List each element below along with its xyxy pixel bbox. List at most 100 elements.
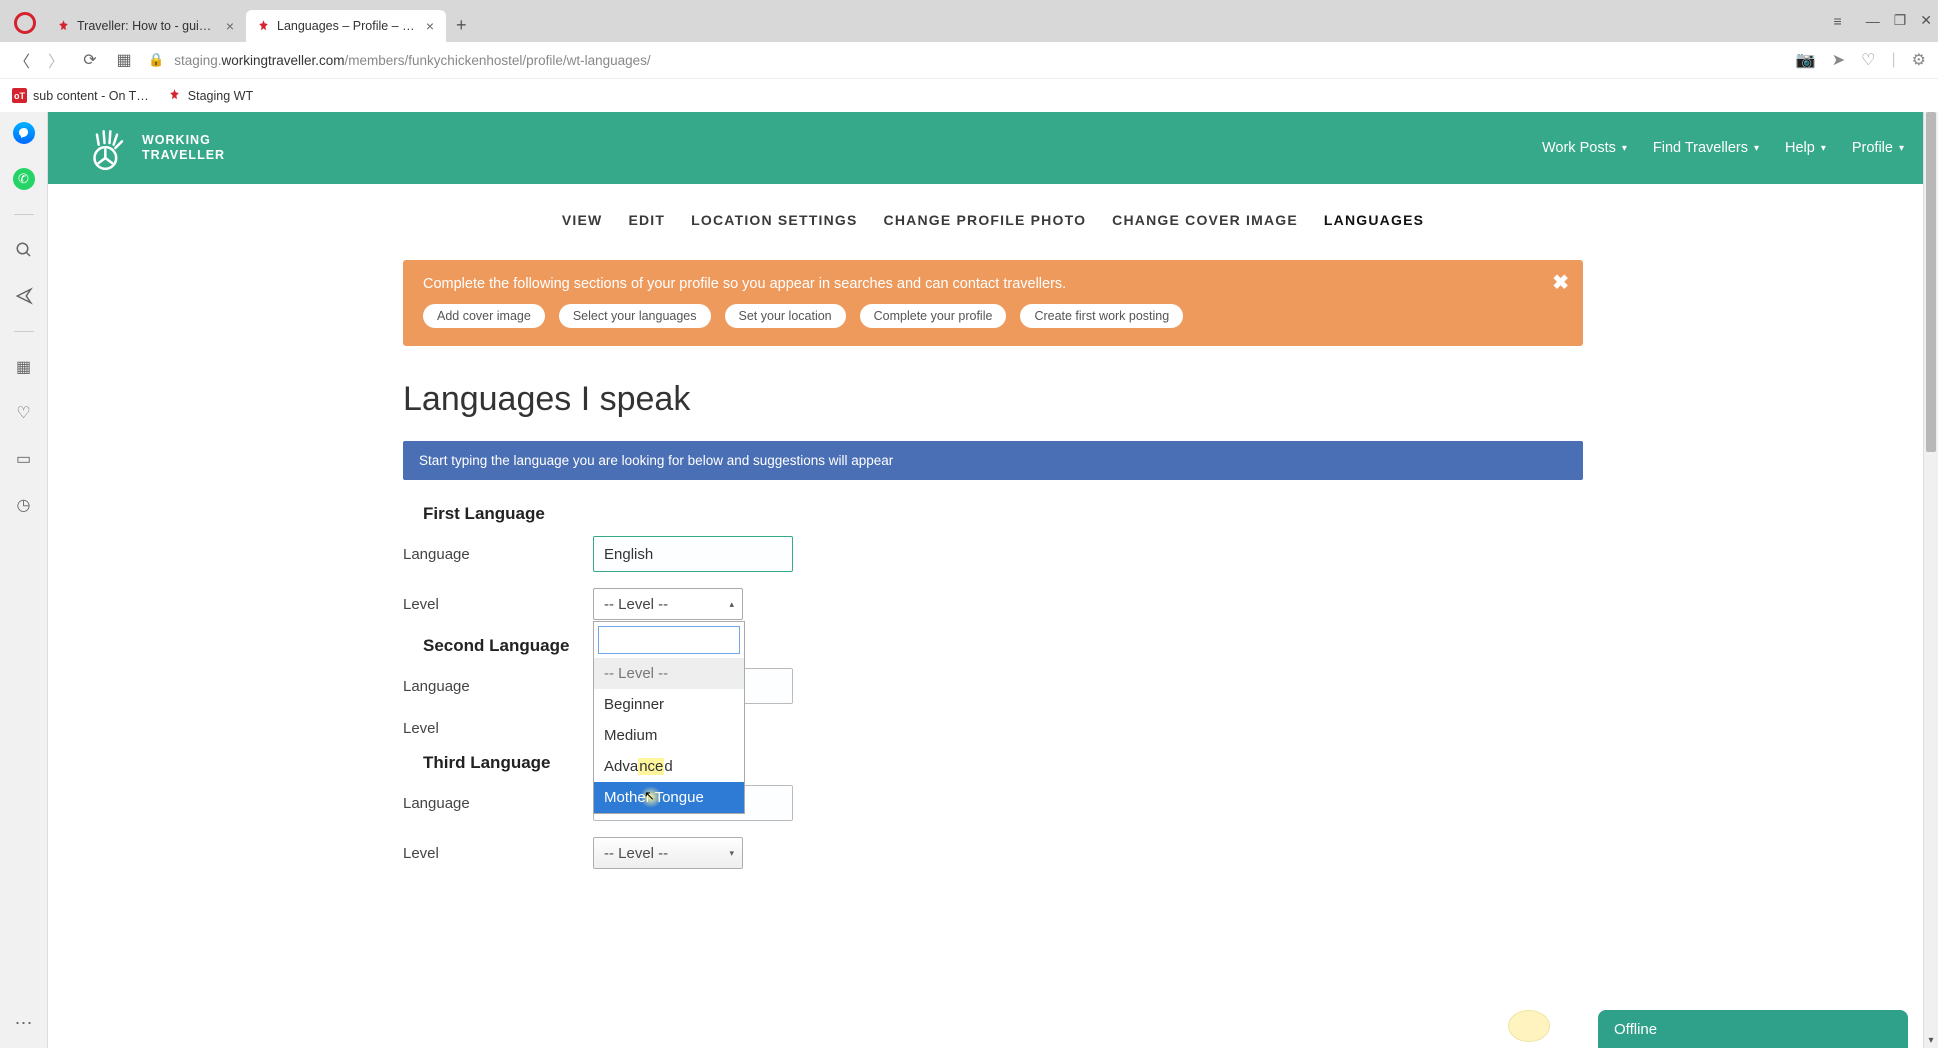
nav-work-posts[interactable]: Work Posts▾ — [1542, 140, 1627, 156]
nav-help[interactable]: Help▾ — [1785, 140, 1826, 156]
address-bar: 〈 〉 ⟳ ▦ 🔒 staging.workingtraveller.com/m… — [0, 42, 1938, 78]
scroll-down-icon[interactable]: ▾ — [1924, 1035, 1938, 1046]
chevron-down-icon: ▾ — [1899, 143, 1904, 154]
pill-complete-profile[interactable]: Complete your profile — [860, 304, 1007, 328]
heart-icon[interactable]: ♡ — [1861, 50, 1875, 70]
url-input[interactable]: 🔒 staging.workingtraveller.com/members/f… — [148, 52, 1782, 68]
hand-logo-icon — [82, 122, 132, 174]
bookmark-item-1[interactable]: Staging WT — [167, 88, 253, 103]
nav-find-travellers[interactable]: Find Travellers▾ — [1653, 140, 1759, 156]
chevron-down-icon: ▾ — [1821, 143, 1826, 154]
nav-profile[interactable]: Profile▾ — [1852, 140, 1904, 156]
level-option-placeholder[interactable]: -- Level -- — [594, 658, 744, 689]
bookmark-favicon-icon — [167, 88, 182, 103]
minimize-icon[interactable]: ― — [1866, 13, 1880, 29]
alert-close-icon[interactable]: ✖ — [1552, 270, 1569, 295]
primary-nav: Work Posts▾ Find Travellers▾ Help▾ Profi… — [1542, 140, 1904, 156]
send-rail-icon[interactable] — [13, 285, 35, 307]
level-select-3[interactable]: -- Level -- ▾ — [593, 837, 743, 869]
browser-tabbar: Traveller: How to - guides × Languages –… — [0, 8, 1938, 42]
easy-setup-icon[interactable]: ⚙ — [1912, 50, 1926, 70]
site-header: WORKING TRAVELLER Work Posts▾ Find Trave… — [48, 112, 1938, 184]
vertical-scrollbar[interactable]: ▾ — [1923, 112, 1938, 1048]
alert-text: Complete the following sections of your … — [423, 276, 1563, 292]
forward-button[interactable]: 〉 — [46, 48, 66, 72]
level-option-beginner[interactable]: Beginner — [594, 689, 744, 720]
subnav-view[interactable]: VIEW — [560, 208, 605, 232]
news-rail-icon[interactable]: ▭ — [13, 448, 35, 470]
subnav-languages[interactable]: LANGUAGES — [1322, 208, 1426, 232]
subnav-cover[interactable]: CHANGE COVER IMAGE — [1110, 208, 1300, 232]
section-title-first: First Language — [423, 504, 1583, 524]
bookmark-label: Staging WT — [188, 89, 253, 103]
pill-create-posting[interactable]: Create first work posting — [1020, 304, 1183, 328]
tab-menu-icon[interactable]: ≡ — [1834, 13, 1842, 29]
select-value: -- Level -- — [604, 596, 668, 613]
whatsapp-icon[interactable]: ✆ — [13, 168, 35, 190]
heart-rail-icon[interactable]: ♡ — [13, 402, 35, 424]
level-option-mother-tongue[interactable]: Mother Tongue ↖ — [594, 782, 744, 813]
send-icon[interactable]: ➤ — [1832, 50, 1845, 70]
bookmark-item-0[interactable]: oT sub content - On T… — [12, 88, 149, 103]
snapshot-icon[interactable]: 📷 — [1796, 50, 1816, 70]
caret-down-icon: ▾ — [729, 848, 734, 859]
pill-add-cover[interactable]: Add cover image — [423, 304, 545, 328]
label-language-3: Language — [403, 795, 593, 812]
pill-set-location[interactable]: Set your location — [725, 304, 846, 328]
chat-status: Offline — [1614, 1021, 1657, 1038]
speed-dial-rail-icon[interactable]: ▦ — [13, 356, 35, 378]
subnav-location[interactable]: LOCATION SETTINGS — [689, 208, 859, 232]
tab-title: Languages – Profile – John — [277, 19, 418, 33]
label-language-2: Language — [403, 678, 593, 695]
subnav-edit[interactable]: EDIT — [626, 208, 667, 232]
favicon-icon — [56, 19, 71, 34]
opera-sidebar: ✆ ▦ ♡ ▭ ◷ ⋯ — [0, 112, 48, 1048]
close-window-icon[interactable]: ✕ — [1920, 12, 1932, 29]
opera-logo-icon[interactable] — [14, 12, 36, 34]
chat-bubble-hint-icon — [1508, 1010, 1578, 1046]
reload-button[interactable]: ⟳ — [80, 50, 100, 70]
messenger-icon[interactable] — [13, 122, 35, 144]
browser-tab-0[interactable]: Traveller: How to - guides × — [46, 10, 246, 42]
level-dropdown: -- Level -- Beginner Medium Advanced Mot… — [593, 621, 745, 814]
label-level-3: Level — [403, 845, 593, 862]
profile-completion-alert: ✖ Complete the following sections of you… — [403, 260, 1583, 346]
favicon-icon — [256, 19, 271, 34]
select-value: -- Level -- — [604, 845, 668, 862]
new-tab-button[interactable]: + — [446, 9, 477, 42]
brand-line2: TRAVELLER — [142, 148, 225, 163]
dropdown-search-input[interactable] — [598, 626, 740, 654]
chevron-down-icon: ▾ — [1622, 143, 1627, 154]
back-button[interactable]: 〈 — [12, 48, 32, 72]
label-level-2: Level — [403, 720, 593, 737]
subnav-photo[interactable]: CHANGE PROFILE PHOTO — [882, 208, 1089, 232]
level-option-medium[interactable]: Medium — [594, 720, 744, 751]
search-icon[interactable] — [13, 239, 35, 261]
bookmark-bar: oT sub content - On T… Staging WT — [0, 78, 1938, 112]
chevron-down-icon: ▾ — [1754, 143, 1759, 154]
pill-select-languages[interactable]: Select your languages — [559, 304, 711, 328]
browser-tab-1[interactable]: Languages – Profile – John × — [246, 10, 446, 42]
level-option-advanced[interactable]: Advanced — [594, 751, 744, 782]
maximize-icon[interactable]: ❐ — [1894, 12, 1907, 29]
brand-line1: WORKING — [142, 133, 225, 148]
scrollbar-thumb[interactable] — [1926, 112, 1936, 452]
label-language-1: Language — [403, 546, 593, 563]
url-text: staging.workingtraveller.com/members/fun… — [174, 53, 651, 68]
language-input-1[interactable] — [593, 536, 793, 572]
bookmark-favicon-icon: oT — [12, 88, 27, 103]
tab-close-icon[interactable]: × — [424, 18, 436, 34]
lock-icon: 🔒 — [148, 52, 164, 68]
history-rail-icon[interactable]: ◷ — [13, 494, 35, 516]
tab-close-icon[interactable]: × — [224, 18, 236, 34]
chat-widget[interactable]: Offline — [1598, 1010, 1908, 1048]
speed-dial-icon[interactable]: ▦ — [114, 50, 134, 70]
bookmark-label: sub content - On T… — [33, 89, 149, 103]
tab-title: Traveller: How to - guides — [77, 19, 218, 33]
page-title: Languages I speak — [403, 380, 1583, 419]
caret-up-icon: ▴ — [729, 599, 734, 610]
label-level-1: Level — [403, 596, 593, 613]
brand-logo[interactable]: WORKING TRAVELLER — [82, 122, 225, 174]
level-select-1[interactable]: -- Level -- ▴ -- Level -- Beginner Mediu… — [593, 588, 743, 620]
sidebar-more-icon[interactable]: ⋯ — [15, 1013, 33, 1034]
